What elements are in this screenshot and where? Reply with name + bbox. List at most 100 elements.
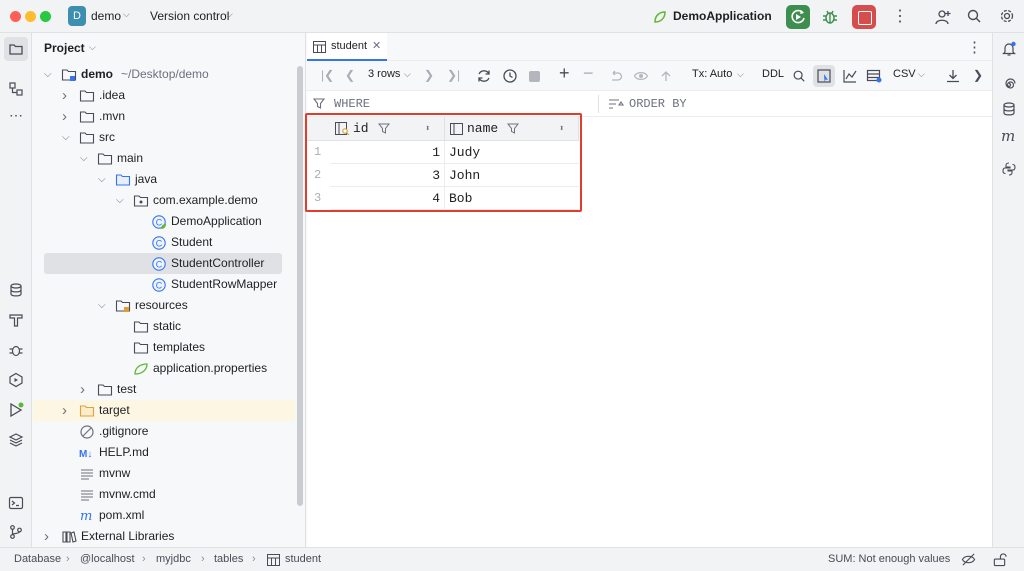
tree-item[interactable]: C DemoApplication — [33, 211, 295, 232]
close-tab-icon[interactable]: ✕ — [372, 39, 381, 52]
column-header-name[interactable]: name ⬍ — [445, 117, 579, 141]
tree-item[interactable]: ⌵ java — [33, 169, 295, 190]
tree-item[interactable]: ⌵ demo ~/Desktop/demo — [33, 64, 295, 85]
tree-item[interactable]: ⌵ com.example.demo — [33, 190, 295, 211]
breadcrumb-item[interactable]: myjdbc — [156, 553, 191, 565]
expand-chevron-right-icon[interactable]: › — [62, 106, 67, 127]
where-filter-input[interactable]: WHERE — [334, 97, 370, 111]
download-icon[interactable] — [945, 68, 961, 84]
export-format-dropdown[interactable]: CSV — [893, 68, 916, 80]
structure-icon[interactable] — [8, 81, 24, 97]
tab-student[interactable]: student ✕ — [307, 33, 387, 61]
sort-toggle-icon[interactable]: ⬍ — [425, 117, 430, 141]
build-hammer-icon[interactable] — [8, 312, 24, 328]
cell-name[interactable]: John — [445, 164, 579, 187]
column-filter-icon[interactable] — [378, 123, 390, 135]
add-user-icon[interactable] — [934, 8, 952, 26]
cell-id[interactable]: 3 — [330, 164, 445, 187]
submit-arrow-up-icon[interactable] — [658, 68, 674, 84]
refresh-icon[interactable] — [476, 68, 492, 84]
ai-assistant-spiral-icon[interactable] — [1001, 77, 1017, 93]
expand-chevron-down-icon[interactable]: ⌵ — [80, 148, 88, 169]
breadcrumb-item[interactable]: @localhost — [80, 553, 135, 565]
minimize-window-button[interactable] — [25, 11, 36, 22]
expand-chevron-down-icon[interactable]: ⌵ — [44, 64, 52, 85]
settings-gear-icon[interactable] — [999, 8, 1015, 24]
run-configuration-dropdown[interactable]: DemoApplication — [673, 9, 772, 23]
revert-icon[interactable] — [608, 68, 624, 84]
search-icon[interactable] — [792, 69, 806, 83]
tree-item[interactable]: ⌵ src — [33, 127, 295, 148]
git-branch-icon[interactable] — [8, 524, 24, 540]
cell-id[interactable]: 1 — [330, 141, 445, 164]
rerun-button[interactable] — [786, 5, 810, 29]
tree-item[interactable]: › target — [33, 400, 295, 421]
transaction-mode-dropdown[interactable]: Tx: Auto — [692, 68, 732, 80]
notifications-bell-icon[interactable] — [1001, 41, 1017, 57]
tree-item[interactable]: application.properties — [33, 358, 295, 379]
history-clock-icon[interactable] — [502, 68, 518, 84]
tree-item[interactable]: C Student — [33, 232, 295, 253]
ddl-button[interactable]: DDL — [762, 68, 784, 80]
tree-item[interactable]: m pom.xml — [33, 505, 295, 526]
tree-item[interactable]: › .mvn — [33, 106, 295, 127]
expand-chevron-right-icon[interactable]: › — [80, 379, 85, 400]
search-icon[interactable] — [966, 8, 982, 24]
expand-chevron-down-icon[interactable]: ⌵ — [98, 295, 106, 316]
project-badge[interactable]: D — [68, 6, 86, 26]
next-page-icon[interactable]: ❯ — [424, 68, 434, 82]
terminal-icon[interactable] — [8, 495, 24, 511]
cell-id[interactable]: 4 — [330, 187, 445, 210]
python-console-icon[interactable] — [1001, 161, 1017, 177]
run-icon[interactable] — [8, 402, 24, 418]
previous-page-icon[interactable]: ❮ — [345, 68, 355, 82]
maven-m-icon[interactable]: m — [1001, 127, 1015, 145]
expand-chevron-right-icon[interactable]: › — [62, 85, 67, 106]
close-window-button[interactable] — [10, 11, 21, 22]
first-page-icon[interactable]: |❮ — [321, 68, 334, 82]
debug-icon[interactable] — [821, 8, 839, 26]
preview-changes-icon[interactable] — [633, 68, 649, 84]
tree-item[interactable]: ⌵ resources — [33, 295, 295, 316]
stop-button[interactable] — [852, 5, 876, 29]
row-count-dropdown[interactable]: 3 rows — [368, 68, 400, 80]
last-page-icon[interactable]: ❯| — [447, 68, 460, 82]
breadcrumb-item[interactable]: Database — [14, 553, 61, 565]
project-panel-title[interactable]: Project — [44, 41, 85, 55]
column-header-id[interactable]: id ⬍ — [330, 117, 445, 141]
chart-icon[interactable] — [842, 68, 858, 84]
expand-chevron-down-icon[interactable]: ⌵ — [98, 169, 106, 190]
layers-icon[interactable] — [8, 432, 24, 448]
cell-name[interactable]: Judy — [445, 141, 579, 164]
tree-item[interactable]: M↓ HELP.md — [33, 442, 295, 463]
zoom-window-button[interactable] — [40, 11, 51, 22]
database-icon[interactable] — [1001, 101, 1017, 117]
unlock-icon[interactable] — [992, 552, 1007, 567]
tab-options-icon[interactable]: ⋮ — [967, 38, 982, 56]
tree-item[interactable]: mvnw.cmd — [33, 484, 295, 505]
tree-item[interactable]: mvnw — [33, 463, 295, 484]
tree-item[interactable]: templates — [33, 337, 295, 358]
sort-toggle-icon[interactable]: ⬍ — [559, 117, 564, 141]
cancel-query-icon[interactable] — [529, 71, 540, 82]
tree-item[interactable]: C StudentController — [44, 253, 282, 274]
version-control-dropdown[interactable]: Version control — [150, 9, 229, 23]
more-actions-icon[interactable]: ⋮ — [892, 6, 908, 26]
tree-item[interactable]: › .idea — [33, 85, 295, 106]
tree-item[interactable]: › test — [33, 379, 295, 400]
tree-item[interactable]: .gitignore — [33, 421, 295, 442]
project-tool-button[interactable] — [4, 37, 28, 61]
grid-layout-icon[interactable] — [866, 68, 882, 84]
tree-item[interactable]: ⌵ main — [33, 148, 295, 169]
project-name-dropdown[interactable]: demo — [91, 9, 121, 23]
aggregate-summary[interactable]: SUM: Not enough values — [828, 553, 950, 565]
expand-chevron-down-icon[interactable]: ⌵ — [62, 127, 70, 148]
column-filter-icon[interactable] — [507, 123, 519, 135]
inspections-off-icon[interactable] — [961, 552, 976, 567]
breadcrumb-item[interactable]: student — [285, 553, 321, 565]
delete-row-icon[interactable]: − — [583, 63, 594, 84]
tree-item[interactable]: C StudentRowMapper — [33, 274, 295, 295]
order-by-input[interactable]: ORDER BY — [629, 97, 687, 111]
tree-item[interactable]: › External Libraries — [33, 526, 295, 547]
database-icon[interactable] — [8, 282, 24, 298]
